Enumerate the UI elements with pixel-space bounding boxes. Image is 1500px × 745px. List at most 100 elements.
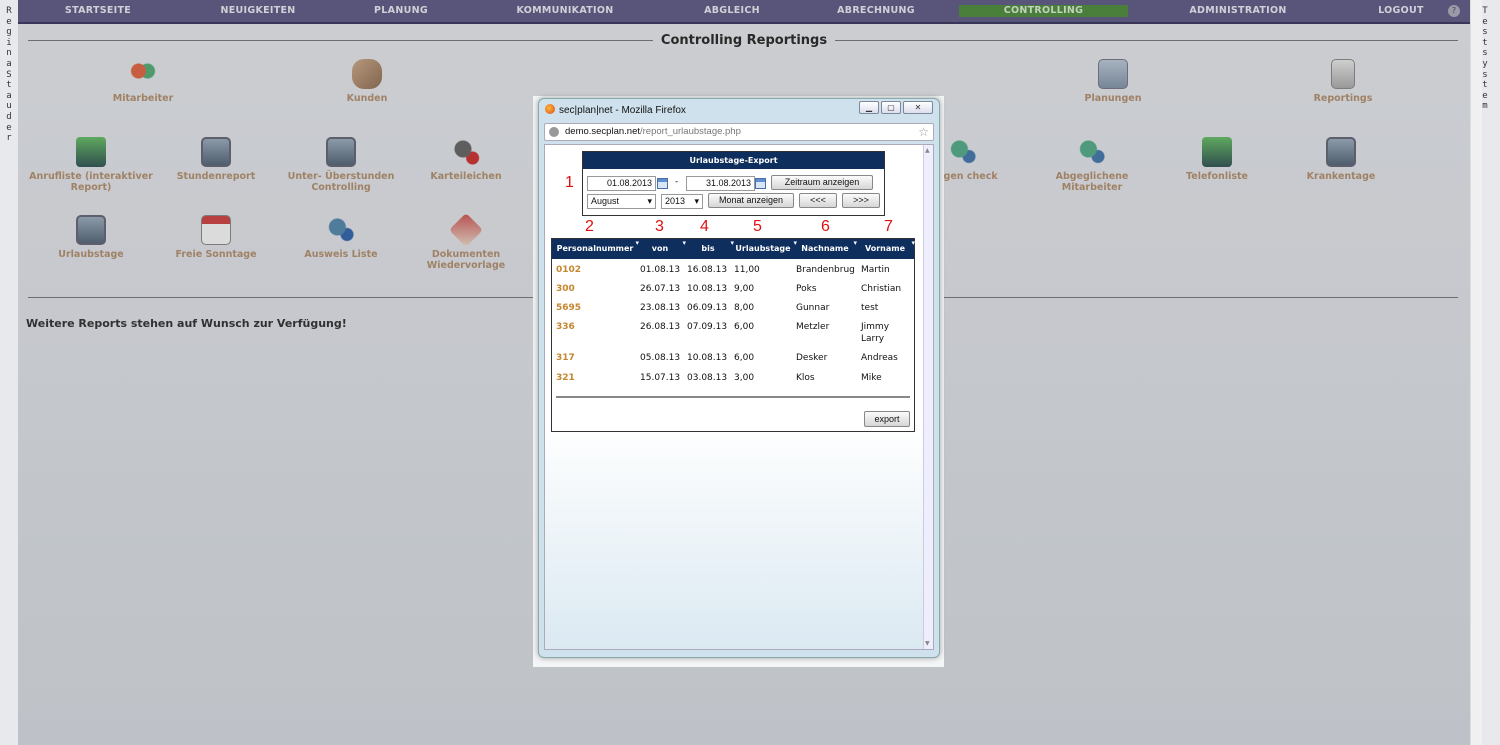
handshake-icon <box>352 59 382 89</box>
popup-scrollbar[interactable]: ▲ ▼ <box>923 145 933 649</box>
globe-icon <box>549 127 559 137</box>
next-month-button[interactable]: >>> <box>842 193 880 208</box>
nav-administration[interactable]: ADMINISTRATION <box>1168 0 1308 22</box>
col-urlaubstage[interactable]: Urlaubstage <box>733 233 797 259</box>
cell-vorname: Mike <box>861 373 882 383</box>
nav-logout[interactable]: LOGOUT <box>1351 0 1451 22</box>
show-month-button[interactable]: Monat anzeigen <box>708 193 794 208</box>
scroll-up-icon[interactable]: ▲ <box>925 147 930 154</box>
bookmark-star-icon[interactable]: ☆ <box>918 124 929 140</box>
chart-icon <box>1098 59 1128 89</box>
show-range-button[interactable]: Zeitraum anzeigen <box>771 175 873 190</box>
col-bis[interactable]: bis <box>686 233 734 259</box>
report-label: Mitarbeiter <box>112 93 174 104</box>
cell-vorname: Christian <box>861 284 902 294</box>
pnr-link[interactable]: 0102 <box>556 264 581 276</box>
col-personalnummer[interactable]: Personalnummer <box>555 233 639 259</box>
left-user-strip: Regina Stauder <box>0 0 18 745</box>
nav-planung[interactable]: PLANUNG <box>341 0 461 22</box>
col-von[interactable]: von <box>638 233 686 259</box>
cell-tage: 3,00 <box>734 373 755 383</box>
cell-bis: 10.08.13 <box>687 353 728 363</box>
report-dokumenten-wiedervorlage[interactable]: Dokumenten Wiedervorlage <box>391 213 541 271</box>
report-mitarbeiter[interactable]: Mitarbeiter <box>68 59 218 104</box>
scroll-down-icon[interactable]: ▼ <box>925 640 930 647</box>
window-title: sec|plan|net - Mozilla Firefox <box>545 104 686 116</box>
table-divider <box>556 396 910 398</box>
cell-tage: 11,00 <box>734 265 760 275</box>
pnr-link[interactable]: 5695 <box>556 302 581 314</box>
nav-abrechnung[interactable]: ABRECHNUNG <box>816 0 936 22</box>
nav-neuigkeiten[interactable]: NEUIGKEITEN <box>198 0 318 22</box>
report-reportings[interactable]: Reportings <box>1268 59 1418 104</box>
cell-bis: 10.08.13 <box>687 284 728 294</box>
report-karteileichen[interactable]: Karteileichen <box>391 137 541 182</box>
cell-von: 15.07.13 <box>640 373 681 383</box>
nav-controlling[interactable]: CONTROLLING <box>959 5 1128 17</box>
export-button[interactable]: export <box>864 411 910 427</box>
cell-nachname: Desker <box>796 353 828 363</box>
cell-tage: 6,00 <box>734 322 755 332</box>
monitor-icon <box>76 215 106 245</box>
close-button[interactable]: ✕ <box>903 101 933 114</box>
monitor-icon <box>326 137 356 167</box>
people-icon <box>128 59 158 89</box>
cell-bis: 03.08.13 <box>687 373 728 383</box>
minimize-button[interactable]: ▁ <box>859 101 879 114</box>
more-reports-note: Weitere Reports stehen auf Wunsch zur Ve… <box>26 317 347 330</box>
report-kunden[interactable]: Kunden <box>292 59 442 104</box>
cell-vorname: Andreas <box>861 353 898 363</box>
maximize-button[interactable]: ▢ <box>881 101 901 114</box>
col-nachname[interactable]: Nachname <box>797 233 857 259</box>
cell-vorname: Jimmy Larry <box>861 322 890 344</box>
report-label: Karteileichen <box>430 171 502 182</box>
annotation-3: 3 <box>655 218 664 235</box>
cell-bis: 16.08.13 <box>687 265 728 275</box>
help-icon[interactable]: ? <box>1448 5 1460 17</box>
report-krankentage[interactable]: Krankentage <box>1266 137 1416 182</box>
person-remove-icon <box>451 137 481 167</box>
pnr-link[interactable]: 300 <box>556 283 575 295</box>
date-from-field[interactable]: 01.08.2013 <box>587 176 656 191</box>
cell-nachname: Metzler <box>796 322 830 332</box>
phone-icon <box>76 137 106 167</box>
vertical-system-label: Testsystem <box>1482 6 1488 112</box>
pnr-link[interactable]: 317 <box>556 352 575 364</box>
report-label: Reportings <box>1313 93 1373 104</box>
export-box-title: Urlaubstage-Export <box>583 152 884 169</box>
col-vorname[interactable]: Vorname <box>859 233 915 259</box>
calendar-from-icon[interactable] <box>657 178 668 189</box>
cell-tage: 9,00 <box>734 284 755 294</box>
annotation-7: 7 <box>884 218 893 235</box>
date-to-field[interactable]: 31.08.2013 <box>686 176 755 191</box>
phone-icon <box>1202 137 1232 167</box>
table-header: Personalnummer von bis Urlaubstage Nachn… <box>552 233 915 259</box>
nav-startseite[interactable]: STARTSEITE <box>38 0 158 22</box>
nav-kommunikation[interactable]: KOMMUNIKATION <box>495 0 635 22</box>
previous-month-button[interactable]: <<< <box>799 193 837 208</box>
right-system-strip: Testsystem <box>1470 0 1500 745</box>
firefox-popup-window: sec|plan|net - Mozilla Firefox ▁ ▢ ✕ dem… <box>538 98 940 658</box>
cell-nachname: Brandenbrug <box>796 265 855 275</box>
month-select[interactable]: August <box>587 194 656 209</box>
vertical-user-name: Regina Stauder <box>6 6 12 144</box>
annotation-5: 5 <box>753 218 762 235</box>
annotation-4: 4 <box>700 218 709 235</box>
cell-bis: 06.09.13 <box>687 303 728 313</box>
cell-nachname: Klos <box>796 373 815 383</box>
id-icon <box>326 215 356 245</box>
nav-abgleich[interactable]: ABGLEICH <box>672 0 792 22</box>
pnr-link[interactable]: 321 <box>556 372 575 384</box>
page-title: Controlling Reportings <box>18 33 1470 48</box>
calendar-to-icon[interactable] <box>755 178 766 189</box>
cell-von: 26.08.13 <box>640 322 681 332</box>
annotation-6: 6 <box>821 218 830 235</box>
url-bar[interactable]: demo.secplan.net/report_urlaubstage.php … <box>544 123 934 141</box>
results-table: Personalnummer von bis Urlaubstage Nachn… <box>551 233 915 432</box>
cell-von: 05.08.13 <box>640 353 681 363</box>
pnr-link[interactable]: 336 <box>556 321 575 333</box>
people-icon <box>1077 137 1107 167</box>
cell-von: 01.08.13 <box>640 265 681 275</box>
report-planungen[interactable]: Planungen <box>1038 59 1188 104</box>
year-select[interactable]: 2013 <box>661 194 703 209</box>
